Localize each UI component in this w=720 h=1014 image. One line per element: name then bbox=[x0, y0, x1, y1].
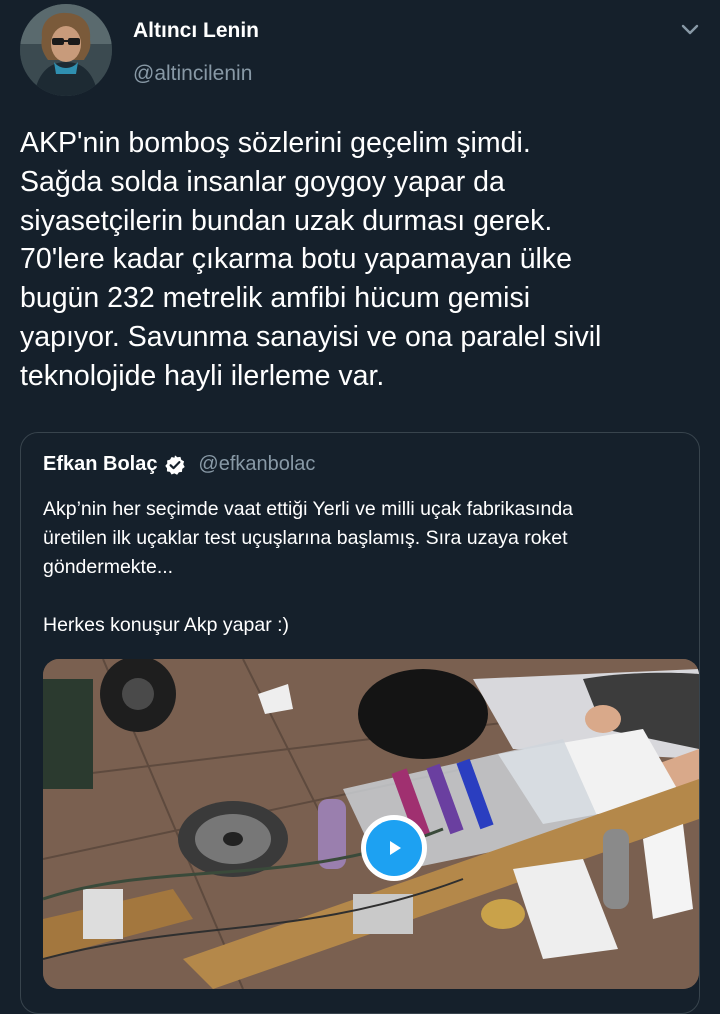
quoted-author-handle: @efkanbolac bbox=[198, 453, 316, 475]
verified-badge-icon bbox=[164, 454, 186, 476]
quoted-author-name: Efkan Bolaç bbox=[43, 453, 158, 475]
tweet-card: Altıncı Lenin @altincilenin AKP'nin bomb… bbox=[0, 0, 720, 1014]
quoted-text-line: göndermekte... bbox=[43, 556, 174, 578]
tweet-text-line: 70'lere kadar çıkarma botu yapamayan ülk… bbox=[20, 243, 572, 276]
tweet-text-line: bugün 232 metrelik amfibi hücum gemisi bbox=[20, 282, 531, 315]
author-handle[interactable]: @altincilenin bbox=[133, 62, 252, 86]
quoted-text-line: üretilen ilk uçaklar test uçuşlarına baş… bbox=[43, 527, 568, 549]
tweet-text-line: teknolojide hayli ilerleme var. bbox=[20, 359, 385, 392]
chevron-down-icon[interactable] bbox=[676, 16, 704, 44]
tweet-text: AKP'nin bomboş sözlerini geçelim şimdi. … bbox=[20, 124, 700, 396]
play-icon bbox=[366, 820, 422, 876]
play-button[interactable] bbox=[361, 815, 427, 881]
avatar[interactable] bbox=[20, 4, 112, 96]
video-thumbnail[interactable] bbox=[43, 659, 699, 989]
quoted-tweet[interactable]: Efkan Bolaç @efkanbolac Akp’nin her seçi… bbox=[20, 432, 700, 1014]
quoted-tweet-text: Akp’nin her seçimde vaat ettiği Yerli ve… bbox=[43, 495, 683, 640]
tweet-text-line: yapıyor. Savunma sanayisi ve ona paralel… bbox=[20, 320, 602, 353]
quoted-text-line: Akp’nin her seçimde vaat ettiği Yerli ve… bbox=[43, 498, 574, 520]
author-name[interactable]: Altıncı Lenin bbox=[133, 19, 259, 43]
tweet-text-line: siyasetçilerin bundan uzak durması gerek… bbox=[20, 204, 553, 237]
tweet-text-line: AKP'nin bomboş sözlerini geçelim şimdi. bbox=[20, 127, 531, 159]
quoted-text-line: Herkes konuşur Akp yapar :) bbox=[43, 614, 290, 636]
tweet-text-line: Sağda solda insanlar goygoy yapar da bbox=[20, 165, 505, 198]
quoted-tweet-header: Efkan Bolaç @efkanbolac bbox=[43, 453, 315, 481]
avatar-image bbox=[20, 4, 112, 96]
